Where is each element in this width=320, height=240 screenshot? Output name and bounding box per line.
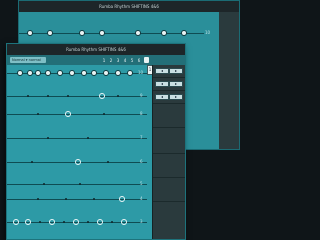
step-node[interactable] <box>99 93 105 99</box>
toolbar-icon-6[interactable]: 6 <box>137 58 141 63</box>
toolbar-icon-5[interactable]: 5 <box>130 58 134 63</box>
step-node[interactable] <box>65 111 71 117</box>
side-panel-back <box>219 12 239 149</box>
step-node[interactable] <box>97 219 103 225</box>
panel-divider <box>153 153 185 154</box>
toolbar-icon-1[interactable]: 1 <box>102 58 106 63</box>
step-node[interactable] <box>25 219 31 225</box>
step-node[interactable] <box>99 30 105 36</box>
lane-label: 8 <box>140 111 143 116</box>
toolbar: Normal ▾ normal 1 2 3 4 5 6 <box>7 55 185 65</box>
lane-label: 10 <box>205 30 211 35</box>
panel-divider <box>153 77 185 78</box>
panel-button-left-3[interactable]: ◂ <box>155 94 169 100</box>
step-node[interactable] <box>69 70 75 76</box>
step-dot[interactable] <box>93 198 95 200</box>
step-node[interactable] <box>119 196 125 202</box>
step-node[interactable] <box>47 30 53 36</box>
step-dot[interactable] <box>47 95 49 97</box>
step-dot[interactable] <box>43 183 45 185</box>
toolbar-icon-3[interactable]: 3 <box>116 58 120 63</box>
lane-row[interactable]: 4 <box>7 196 147 202</box>
step-node[interactable] <box>81 70 87 76</box>
panel-button-right-2[interactable]: ▸ <box>169 81 183 87</box>
step-node[interactable] <box>27 30 33 36</box>
step-dot[interactable] <box>103 113 105 115</box>
step-dot[interactable] <box>37 198 39 200</box>
lane-row[interactable]: 7 <box>7 135 147 140</box>
lane-label: 7 <box>140 135 143 140</box>
step-node[interactable] <box>135 30 141 36</box>
panel-button-left-1[interactable]: ◂ <box>155 68 169 74</box>
step-dot[interactable] <box>111 221 113 223</box>
step-node[interactable] <box>121 219 127 225</box>
panel-button-right-1[interactable]: ▸ <box>169 68 183 74</box>
panel-divider <box>153 90 185 91</box>
step-node[interactable] <box>17 70 23 76</box>
step-dot[interactable] <box>39 221 41 223</box>
window-title-back: Rumba Rhythm SHIFTINS 4&6 <box>19 1 239 12</box>
lane-label: 5 <box>140 181 143 186</box>
step-node[interactable] <box>13 219 19 225</box>
lane-label: 3 <box>140 219 143 224</box>
control-panel: ◂ ▸ ◂ ▸ ◂ ▸ <box>152 65 185 239</box>
step-node[interactable] <box>161 30 167 36</box>
step-node[interactable] <box>91 70 97 76</box>
lane-row[interactable]: 6 <box>7 159 147 165</box>
lane-row[interactable]: 10 <box>19 30 210 36</box>
lane-label: 4 <box>140 196 143 201</box>
step-node[interactable] <box>181 30 187 36</box>
lane-row[interactable]: 9 <box>7 93 147 99</box>
toolbar-toggle[interactable] <box>144 57 149 63</box>
lane-label: 9 <box>140 93 143 98</box>
toolbar-icon-4[interactable]: 4 <box>123 58 127 63</box>
pattern-dropdown[interactable]: Normal ▾ normal <box>10 57 46 63</box>
step-dot[interactable] <box>87 137 89 139</box>
step-dot[interactable] <box>67 95 69 97</box>
step-node[interactable] <box>73 219 79 225</box>
step-node[interactable] <box>27 70 33 76</box>
toolbar-icon-2[interactable]: 2 <box>109 58 113 63</box>
step-dot[interactable] <box>117 95 119 97</box>
lane-row[interactable]: 8 <box>7 111 147 117</box>
step-dot[interactable] <box>79 183 81 185</box>
step-node[interactable] <box>45 70 51 76</box>
lane-row[interactable]: 10 <box>7 70 147 76</box>
window-title-front: Rumba Rhythm SHIFTINS 4&6 <box>7 44 185 55</box>
step-dot[interactable] <box>37 113 39 115</box>
panel-divider <box>153 201 185 202</box>
lane-label: 6 <box>140 159 143 164</box>
step-node[interactable] <box>103 70 109 76</box>
panel-button-left-2[interactable]: ◂ <box>155 81 169 87</box>
lane-label: 10 <box>138 70 144 75</box>
step-node[interactable] <box>115 70 121 76</box>
panel-button-right-3[interactable]: ▸ <box>169 94 183 100</box>
step-node[interactable] <box>57 70 63 76</box>
step-node[interactable] <box>35 70 41 76</box>
step-dot[interactable] <box>31 161 33 163</box>
step-dot[interactable] <box>27 95 29 97</box>
step-dot[interactable] <box>63 221 65 223</box>
step-node[interactable] <box>49 219 55 225</box>
sequencer-window-front[interactable]: Rumba Rhythm SHIFTINS 4&6 Normal ▾ norma… <box>6 43 186 240</box>
panel-divider <box>153 127 185 128</box>
step-dot[interactable] <box>107 161 109 163</box>
panel-divider <box>153 103 185 104</box>
lane-row[interactable]: 3 <box>7 219 147 225</box>
step-dot[interactable] <box>47 137 49 139</box>
step-dot[interactable] <box>65 198 67 200</box>
lane-row[interactable]: 5 <box>7 181 147 186</box>
step-node[interactable] <box>79 30 85 36</box>
panel-divider <box>153 177 185 178</box>
step-node[interactable] <box>127 70 133 76</box>
step-dot[interactable] <box>87 221 89 223</box>
step-node[interactable] <box>75 159 81 165</box>
